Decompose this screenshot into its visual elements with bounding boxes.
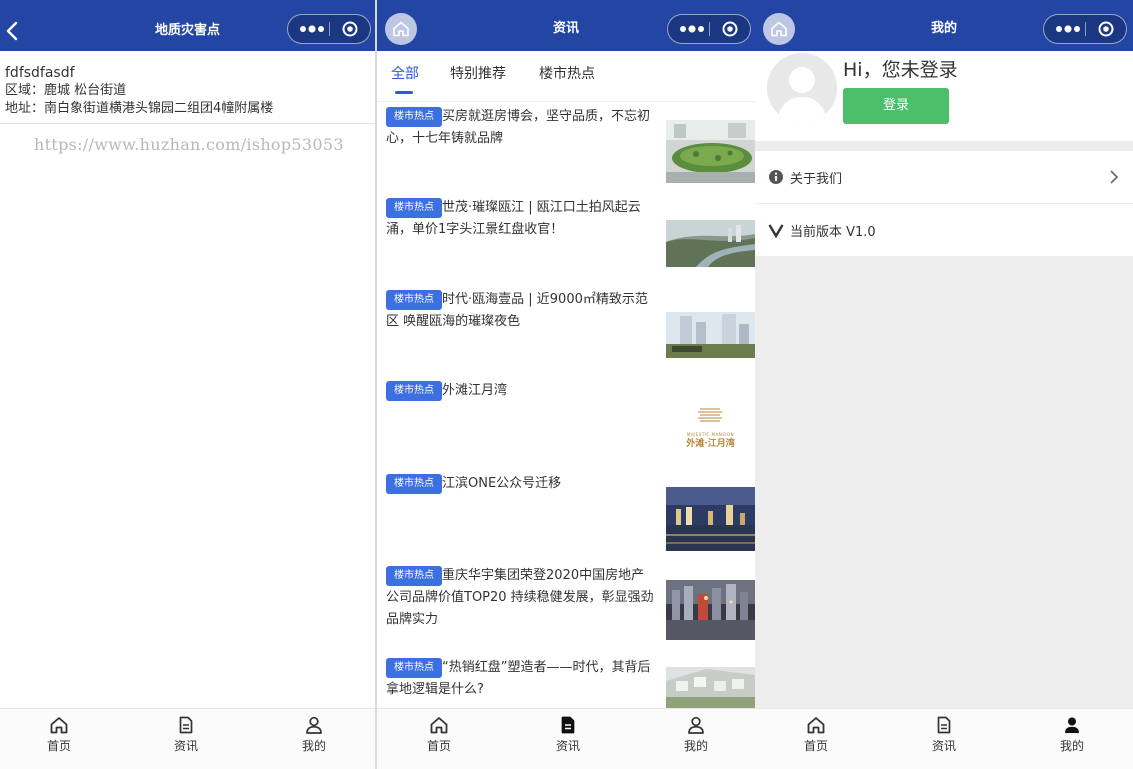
tab-bar: 首页 资讯 我的 [755,708,1133,769]
article-title: 江滨ONE公众号迁移 [442,476,562,491]
article-item[interactable]: 楼市热点 重庆华宇集团荣登2020中国房地产公司品牌价值TOP20 持续稳健发展，… [377,565,755,657]
menu-item-about[interactable]: 关于我们 [755,151,1133,203]
watermark-text: https://www.huzhan.com/ishop53053 [34,135,344,154]
logo-text-cn: 外滩·江月湾 [686,439,735,449]
tab-news[interactable]: 资讯 [909,715,979,754]
tab-mine[interactable]: 我的 [1037,715,1107,754]
mansion-logo-icon [698,408,722,422]
navbar: 地质灾害点 [0,0,375,51]
tab-label: 我的 [683,739,708,753]
user-icon [1065,717,1079,733]
article-tag: 楼市热点 [386,107,442,127]
hazard-region: 区域：鹿城 松台街道 [5,83,127,98]
version-icon [768,224,784,238]
article-thumbnail [666,487,755,551]
capsule-menu [1043,14,1127,44]
chevron-right-icon [1110,170,1119,184]
tab-news[interactable]: 资讯 [533,715,603,754]
info-icon [769,170,783,184]
tab-recommended[interactable]: 特别推荐 [450,63,506,83]
article-item[interactable]: 楼市热点 时代·瓯海壹品 | 近9000㎡精致示范区 唤醒瓯海的璀璨夜色 [377,289,755,381]
article-tag: 楼市热点 [386,474,442,494]
article-tag: 楼市热点 [386,566,442,586]
article-item[interactable]: 楼市热点 买房就逛房博会，坚守品质，不忘初心，十七年铸就品牌 [377,106,755,198]
tab-label: 资讯 [173,739,198,753]
capsule-menu [287,14,371,44]
greeting-text: Hi，您未登录 [843,59,958,81]
more-icon[interactable] [297,15,327,43]
document-icon [561,716,575,734]
article-item[interactable]: 楼市热点 江滨ONE公众号迁移 [377,473,755,565]
menu-item-version: 当前版本 V1.0 [755,204,1133,256]
article-tag: 楼市热点 [386,198,442,218]
article-thumbnail [666,120,755,183]
article-thumbnail: MAJESTIC MANSION 外滩·江月湾 [666,404,755,452]
article-tag: 楼市热点 [386,381,442,401]
hazard-name: fdfsdfasdf [5,65,75,81]
user-icon [306,716,322,734]
tab-home[interactable]: 首页 [404,715,474,754]
article-item[interactable]: 楼市热点 外滩江月湾 MAJESTIC MANSION 外滩·江月湾 [377,380,755,472]
article-thumbnail [666,220,755,267]
article-thumbnail [666,312,755,358]
close-miniprogram-icon[interactable] [1098,21,1114,37]
tab-label: 首页 [426,739,451,753]
tab-label: 我的 [1059,739,1084,753]
tab-home[interactable]: 首页 [24,715,94,754]
close-miniprogram-icon[interactable] [342,21,358,37]
tab-news[interactable]: 资讯 [151,715,221,754]
tab-bar: 首页 资讯 我的 [377,708,755,769]
menu-label: 当前版本 V1.0 [790,225,876,240]
article-item[interactable]: 楼市热点 世茂·璀璨瓯江 | 瓯江口土拍风起云涌，单价1字头江景红盘收官！ [377,197,755,289]
navbar: 资讯 [377,0,755,51]
tab-label: 我的 [301,739,326,753]
article-tag: 楼市热点 [386,658,442,678]
tab-mine[interactable]: 我的 [661,715,731,754]
hazard-info: fdfsdfasdf 区域：鹿城 松台街道 地址：南白象街道横港头锦园二组团4幢… [5,64,273,118]
article-title: 外滩江月湾 [442,383,508,398]
screen-mine: 我的 Hi，您未登录 登录 关于我们 当前版本 V1.0 首页 资讯 我的 [755,0,1133,769]
home-icon [807,717,825,734]
divider [0,123,375,124]
login-button[interactable]: 登录 [843,88,949,124]
home-icon [50,717,68,734]
tab-label: 资讯 [555,739,580,753]
article-tag: 楼市热点 [386,290,442,310]
screen-hazard-detail: 地质灾害点 fdfsdfasdf 区域：鹿城 松台街道 地址：南白象街道横港头锦… [0,0,375,769]
tab-home[interactable]: 首页 [781,715,851,754]
navbar: 我的 [755,0,1133,51]
tab-mine[interactable]: 我的 [279,715,349,754]
avatar[interactable] [767,53,837,123]
more-icon[interactable] [677,15,707,43]
home-icon [430,717,448,734]
tab-label: 首页 [46,739,71,753]
more-icon[interactable] [1053,15,1083,43]
tab-hot[interactable]: 楼市热点 [539,63,595,83]
screen-news: 资讯 全部 特别推荐 楼市热点 楼市热点 买房就逛房博会，坚守品质，不忘初心，十七… [377,0,755,769]
tab-bar: 首页 资讯 我的 [0,708,375,769]
document-icon [179,716,193,734]
capsule-menu [667,14,751,44]
category-tabs: 全部 特别推荐 楼市热点 [377,51,755,102]
user-icon [688,716,704,734]
document-icon [937,716,951,734]
tab-label: 资讯 [931,739,956,753]
tab-all[interactable]: 全部 [391,63,419,83]
default-avatar-icon [767,53,837,123]
tab-label: 首页 [803,739,828,753]
article-thumbnail [666,580,755,640]
menu-label: 关于我们 [790,172,843,187]
hazard-address: 地址：南白象街道横港头锦园二组团4幢附属楼 [5,101,274,116]
profile-section: Hi，您未登录 登录 [755,51,1133,141]
active-tab-indicator [395,91,413,94]
close-miniprogram-icon[interactable] [722,21,738,37]
